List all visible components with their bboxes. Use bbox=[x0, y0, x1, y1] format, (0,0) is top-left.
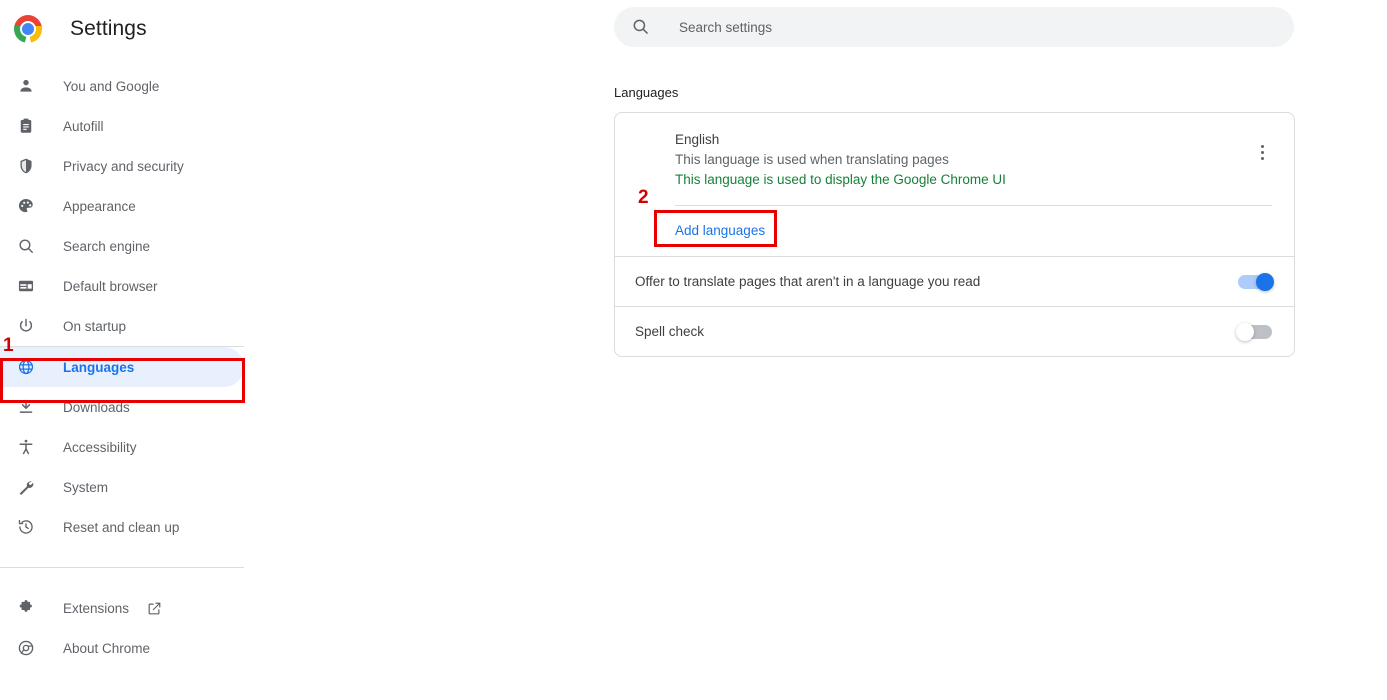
sidebar-item-autofill[interactable]: Autofill bbox=[0, 106, 244, 146]
person-icon bbox=[16, 76, 36, 96]
sidebar-item-label: Reset and clean up bbox=[63, 519, 180, 535]
language-texts: English This language is used when trans… bbox=[675, 130, 1252, 190]
app-brand: Settings bbox=[0, 0, 260, 58]
sidebar-item-label: Search engine bbox=[63, 238, 151, 254]
language-entry: English This language is used when trans… bbox=[615, 113, 1294, 256]
sidebar-item-label: Extensions bbox=[63, 600, 130, 616]
setting-label: Offer to translate pages that aren't in … bbox=[635, 274, 981, 289]
sidebar-item-you-and-google[interactable]: You and Google bbox=[0, 66, 244, 106]
search-input[interactable] bbox=[679, 19, 1239, 35]
chrome-logo-icon bbox=[14, 15, 42, 43]
sidebar-item-label: On startup bbox=[63, 318, 127, 334]
more-vert-icon[interactable] bbox=[1252, 142, 1272, 162]
sidebar-item-label: About Chrome bbox=[63, 640, 151, 656]
setting-label: Spell check bbox=[635, 324, 705, 339]
main-content: Languages English This language is used … bbox=[614, 0, 1387, 700]
spell-check-toggle[interactable] bbox=[1236, 322, 1272, 341]
sidebar-item-label: Appearance bbox=[63, 198, 136, 214]
add-languages-button[interactable]: Add languages bbox=[615, 206, 765, 256]
settings-page: Settings You and Google Autofill Privacy… bbox=[0, 0, 1387, 700]
sidebar-item-system[interactable]: System bbox=[0, 467, 244, 507]
sidebar-item-label: Default browser bbox=[63, 278, 158, 294]
sidebar-item-search-engine[interactable]: Search engine bbox=[0, 226, 244, 266]
sidebar: Settings You and Google Autofill Privacy… bbox=[0, 0, 260, 700]
language-translate-note: This language is used when translating p… bbox=[675, 152, 949, 167]
sidebar-item-label: You and Google bbox=[63, 78, 160, 94]
sidebar-item-about-chrome[interactable]: About Chrome bbox=[0, 628, 244, 668]
wrench-icon bbox=[16, 477, 36, 497]
search-settings-bar[interactable] bbox=[614, 7, 1294, 47]
sidebar-item-languages[interactable]: Languages bbox=[0, 347, 244, 387]
sidebar-nav: You and Google Autofill Privacy and secu… bbox=[0, 66, 260, 668]
sidebar-item-label: Autofill bbox=[63, 118, 104, 134]
sidebar-item-appearance[interactable]: Appearance bbox=[0, 186, 244, 226]
sidebar-item-on-startup[interactable]: On startup bbox=[0, 306, 244, 346]
shield-icon bbox=[16, 156, 36, 176]
sidebar-item-reset-and-clean-up[interactable]: Reset and clean up bbox=[0, 507, 244, 547]
sidebar-item-label: System bbox=[63, 479, 109, 495]
power-icon bbox=[16, 316, 36, 336]
sidebar-item-downloads[interactable]: Downloads bbox=[0, 387, 244, 427]
browser-window-icon bbox=[16, 276, 36, 296]
setting-row-offer-translate: Offer to translate pages that aren't in … bbox=[615, 257, 1294, 306]
puzzle-icon bbox=[16, 598, 36, 618]
history-icon bbox=[16, 517, 36, 537]
chrome-outline-icon bbox=[16, 638, 36, 658]
language-name: English bbox=[675, 132, 720, 147]
globe-icon bbox=[16, 357, 36, 377]
download-icon bbox=[16, 397, 36, 417]
sidebar-item-accessibility[interactable]: Accessibility bbox=[0, 427, 244, 467]
offer-translate-toggle[interactable] bbox=[1238, 272, 1274, 291]
sidebar-item-default-browser[interactable]: Default browser bbox=[0, 266, 244, 306]
language-ui-note: This language is used to display the Goo… bbox=[675, 172, 1006, 187]
sidebar-item-label: Downloads bbox=[63, 399, 130, 415]
sidebar-item-label: Accessibility bbox=[63, 439, 137, 455]
sidebar-item-label: Privacy and security bbox=[63, 158, 184, 174]
sidebar-item-label: Languages bbox=[63, 359, 135, 375]
setting-row-spell-check: Spell check bbox=[615, 307, 1294, 356]
sidebar-item-privacy-and-security[interactable]: Privacy and security bbox=[0, 146, 244, 186]
languages-card: English This language is used when trans… bbox=[614, 112, 1295, 357]
external-link-icon bbox=[147, 600, 163, 616]
page-title: Settings bbox=[70, 17, 147, 40]
section-title-languages: Languages bbox=[614, 85, 679, 100]
clipboard-icon bbox=[16, 116, 36, 136]
magnifier-icon bbox=[16, 236, 36, 256]
search-icon bbox=[631, 17, 651, 37]
accessibility-icon bbox=[16, 437, 36, 457]
palette-icon bbox=[16, 196, 36, 216]
sidebar-item-extensions[interactable]: Extensions bbox=[0, 588, 244, 628]
